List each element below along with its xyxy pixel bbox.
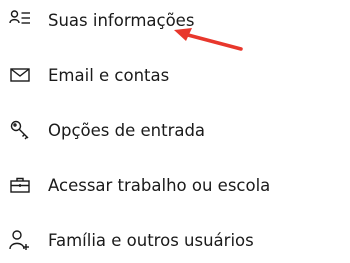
nav-item-family-other-users[interactable]: Família e outros usuários [0, 220, 350, 260]
nav-item-email-accounts[interactable]: Email e contas [0, 55, 350, 95]
nav-item-label: Email e contas [48, 65, 170, 85]
nav-item-label: Família e outros usuários [48, 230, 254, 250]
settings-accounts-panel: Suas informações Email e contas Opções d… [0, 0, 350, 263]
nav-item-sign-in-options[interactable]: Opções de entrada [0, 110, 350, 150]
key-icon [8, 118, 32, 142]
nav-item-your-info[interactable]: Suas informações [0, 0, 350, 40]
accounts-nav-list: Suas informações Email e contas Opções d… [0, 0, 350, 263]
nav-item-label: Acessar trabalho ou escola [48, 175, 271, 195]
person-add-icon [8, 228, 32, 252]
nav-item-label: Suas informações [48, 10, 195, 30]
nav-item-label: Opções de entrada [48, 120, 206, 140]
person-lines-icon [8, 8, 32, 32]
briefcase-icon [8, 173, 32, 197]
mail-icon [8, 63, 32, 87]
nav-item-access-work-school[interactable]: Acessar trabalho ou escola [0, 165, 350, 205]
